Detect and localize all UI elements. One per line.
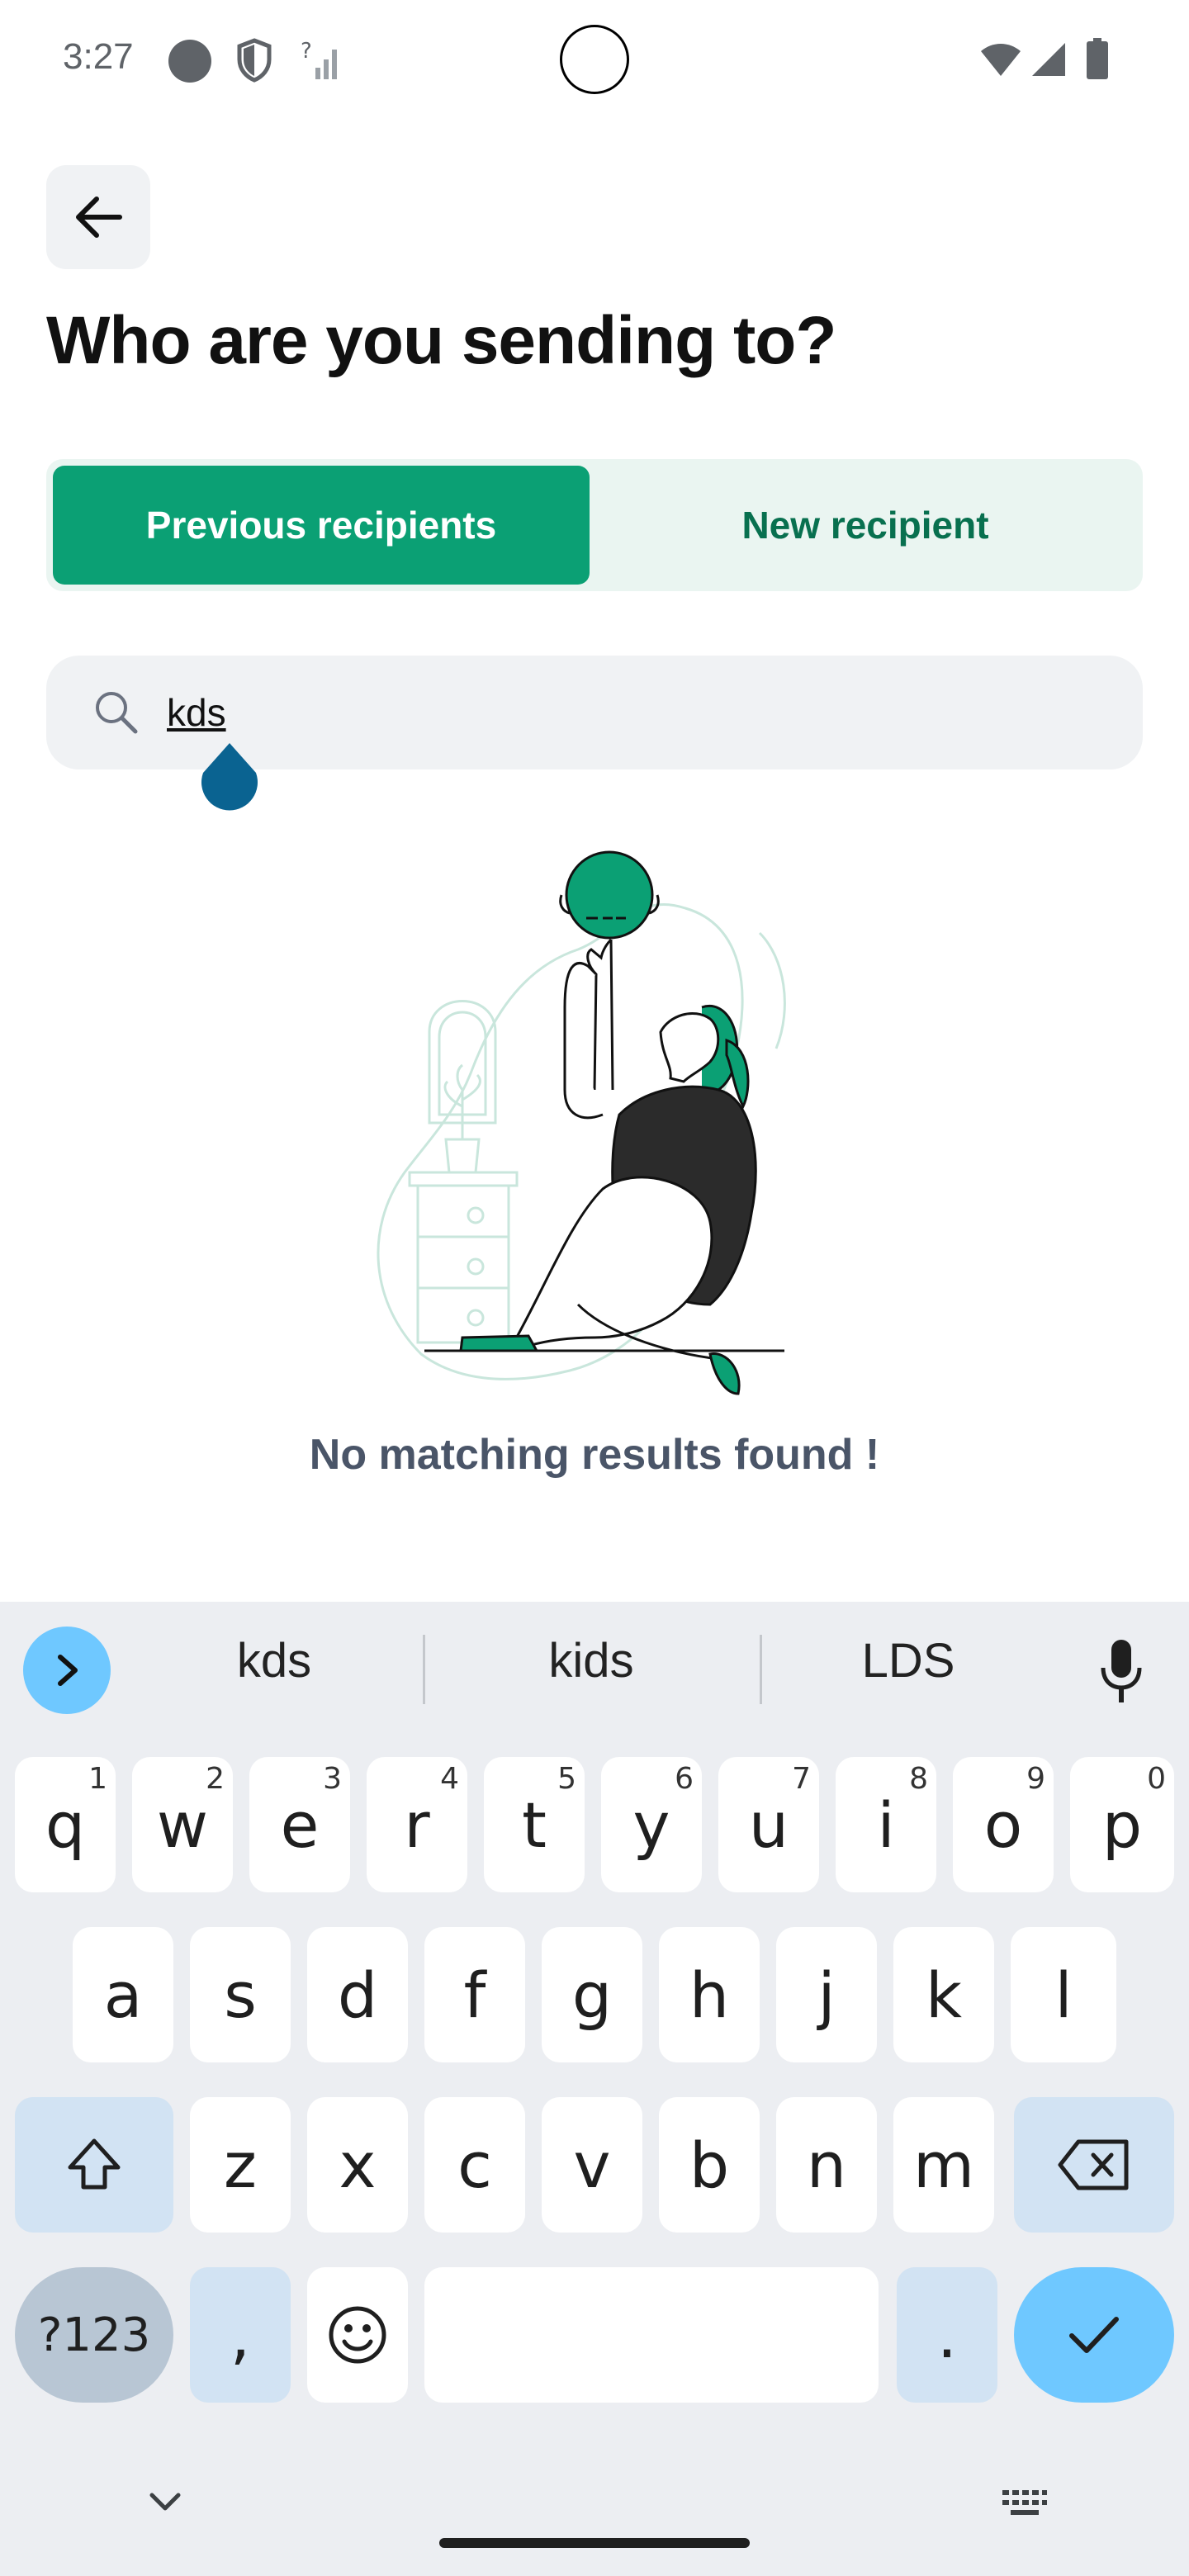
page-title: Who are you sending to? xyxy=(46,303,836,378)
suggestion-item[interactable]: LDS xyxy=(784,1633,1032,1688)
back-button[interactable] xyxy=(46,165,150,269)
emoji-key[interactable] xyxy=(307,2267,408,2403)
cellular-icon xyxy=(1032,43,1065,76)
tab-new-recipient[interactable]: New recipient xyxy=(594,466,1136,585)
search-input[interactable] xyxy=(167,680,1075,745)
space-key[interactable] xyxy=(424,2267,879,2403)
keyboard-expand-button[interactable] xyxy=(23,1627,111,1714)
home-indicator[interactable] xyxy=(439,2538,750,2548)
key-g[interactable]: g xyxy=(542,1927,642,2062)
check-icon xyxy=(1069,2317,1119,2353)
backspace-key[interactable] xyxy=(1014,2097,1174,2233)
wifi-icon xyxy=(981,44,1021,76)
shift-icon xyxy=(68,2138,121,2190)
chevron-down-icon[interactable] xyxy=(147,2490,183,2515)
key-hint: 8 xyxy=(909,1762,928,1796)
key-c[interactable]: c xyxy=(424,2097,525,2233)
key-w[interactable]: w2 xyxy=(132,1757,233,1892)
key-y[interactable]: y6 xyxy=(601,1757,702,1892)
key-b[interactable]: b xyxy=(659,2097,760,2233)
suggestion-item[interactable]: kds xyxy=(150,1633,398,1688)
status-bar: 3:27 ? xyxy=(0,0,1189,116)
key-e[interactable]: e3 xyxy=(249,1757,350,1892)
svg-text:?: ? xyxy=(301,40,312,64)
key-label: y xyxy=(632,1788,670,1862)
key-j[interactable]: j xyxy=(776,1927,877,2062)
battery-icon xyxy=(1087,38,1108,79)
key-a[interactable]: a xyxy=(73,1927,173,2062)
key-f[interactable]: f xyxy=(424,1927,525,2062)
empty-state-message: No matching results found ! xyxy=(309,1431,880,1479)
key-label: q xyxy=(45,1788,86,1862)
tab-previous-recipients[interactable]: Previous recipients xyxy=(53,466,590,585)
key-hint: 9 xyxy=(1026,1762,1045,1796)
key-hint: 3 xyxy=(323,1762,342,1796)
arrow-left-icon xyxy=(76,197,122,238)
key-o[interactable]: o9 xyxy=(953,1757,1054,1892)
emoji-icon xyxy=(329,2306,386,2364)
search-icon xyxy=(96,692,138,734)
key-hint: 7 xyxy=(792,1762,811,1796)
key-label: e xyxy=(280,1788,320,1862)
key-u[interactable]: u7 xyxy=(718,1757,819,1892)
text-cursor-handle[interactable] xyxy=(198,741,261,812)
key-label: w xyxy=(156,1788,209,1862)
key-hint: 0 xyxy=(1147,1762,1166,1796)
key-label: o xyxy=(983,1788,1023,1862)
enter-key[interactable] xyxy=(1014,2267,1174,2403)
suggestion-divider xyxy=(760,1635,762,1704)
key-label: r xyxy=(404,1788,430,1862)
no-signal-icon: ? xyxy=(301,40,337,79)
recipient-type-toggle: Previous recipients New recipient xyxy=(46,459,1143,591)
key-k[interactable]: k xyxy=(893,1927,994,2062)
key-label: p xyxy=(1101,1788,1143,1862)
notification-dot-icon xyxy=(168,40,211,83)
key-label: u xyxy=(748,1788,789,1862)
keyboard-nav-bar xyxy=(0,2427,1189,2576)
key-x[interactable]: x xyxy=(307,2097,408,2233)
key-d[interactable]: d xyxy=(307,1927,408,2062)
shield-icon xyxy=(237,38,272,83)
status-time: 3:27 xyxy=(63,36,134,77)
microphone-icon[interactable] xyxy=(1098,1638,1144,1704)
comma-key[interactable]: , xyxy=(190,2267,291,2403)
key-label: t xyxy=(522,1788,547,1862)
empty-state-illustration xyxy=(377,850,786,1395)
period-key[interactable]: . xyxy=(897,2267,997,2403)
backspace-icon xyxy=(1058,2139,1129,2190)
key-s[interactable]: s xyxy=(190,1927,291,2062)
key-h[interactable]: h xyxy=(659,1927,760,2062)
key-l[interactable]: l xyxy=(1011,1927,1116,2062)
symbols-key[interactable]: ?123 xyxy=(15,2267,173,2403)
key-i[interactable]: i8 xyxy=(836,1757,936,1892)
key-p[interactable]: p0 xyxy=(1070,1757,1174,1892)
key-hint: 6 xyxy=(675,1762,694,1796)
key-m[interactable]: m xyxy=(893,2097,994,2233)
front-camera xyxy=(560,25,629,94)
key-n[interactable]: n xyxy=(776,2097,877,2233)
key-label: i xyxy=(877,1788,895,1862)
key-hint: 5 xyxy=(557,1762,576,1796)
keyboard-icon[interactable] xyxy=(1001,2488,1049,2518)
suggestion-bar: kds kids LDS xyxy=(0,1602,1189,1734)
suggestion-divider xyxy=(423,1635,425,1704)
key-z[interactable]: z xyxy=(190,2097,291,2233)
key-t[interactable]: t5 xyxy=(484,1757,585,1892)
key-q[interactable]: q1 xyxy=(15,1757,116,1892)
on-screen-keyboard: kds kids LDS q1 w2 e3 r4 t5 y6 u7 i8 o9 … xyxy=(0,1602,1189,2576)
key-hint: 2 xyxy=(206,1762,225,1796)
key-r[interactable]: r4 xyxy=(367,1757,467,1892)
shift-key[interactable] xyxy=(15,2097,173,2233)
key-hint: 4 xyxy=(440,1762,459,1796)
key-hint: 1 xyxy=(88,1762,107,1796)
chevron-right-icon xyxy=(58,1655,78,1686)
key-v[interactable]: v xyxy=(542,2097,642,2233)
suggestion-item[interactable]: kids xyxy=(467,1633,715,1688)
